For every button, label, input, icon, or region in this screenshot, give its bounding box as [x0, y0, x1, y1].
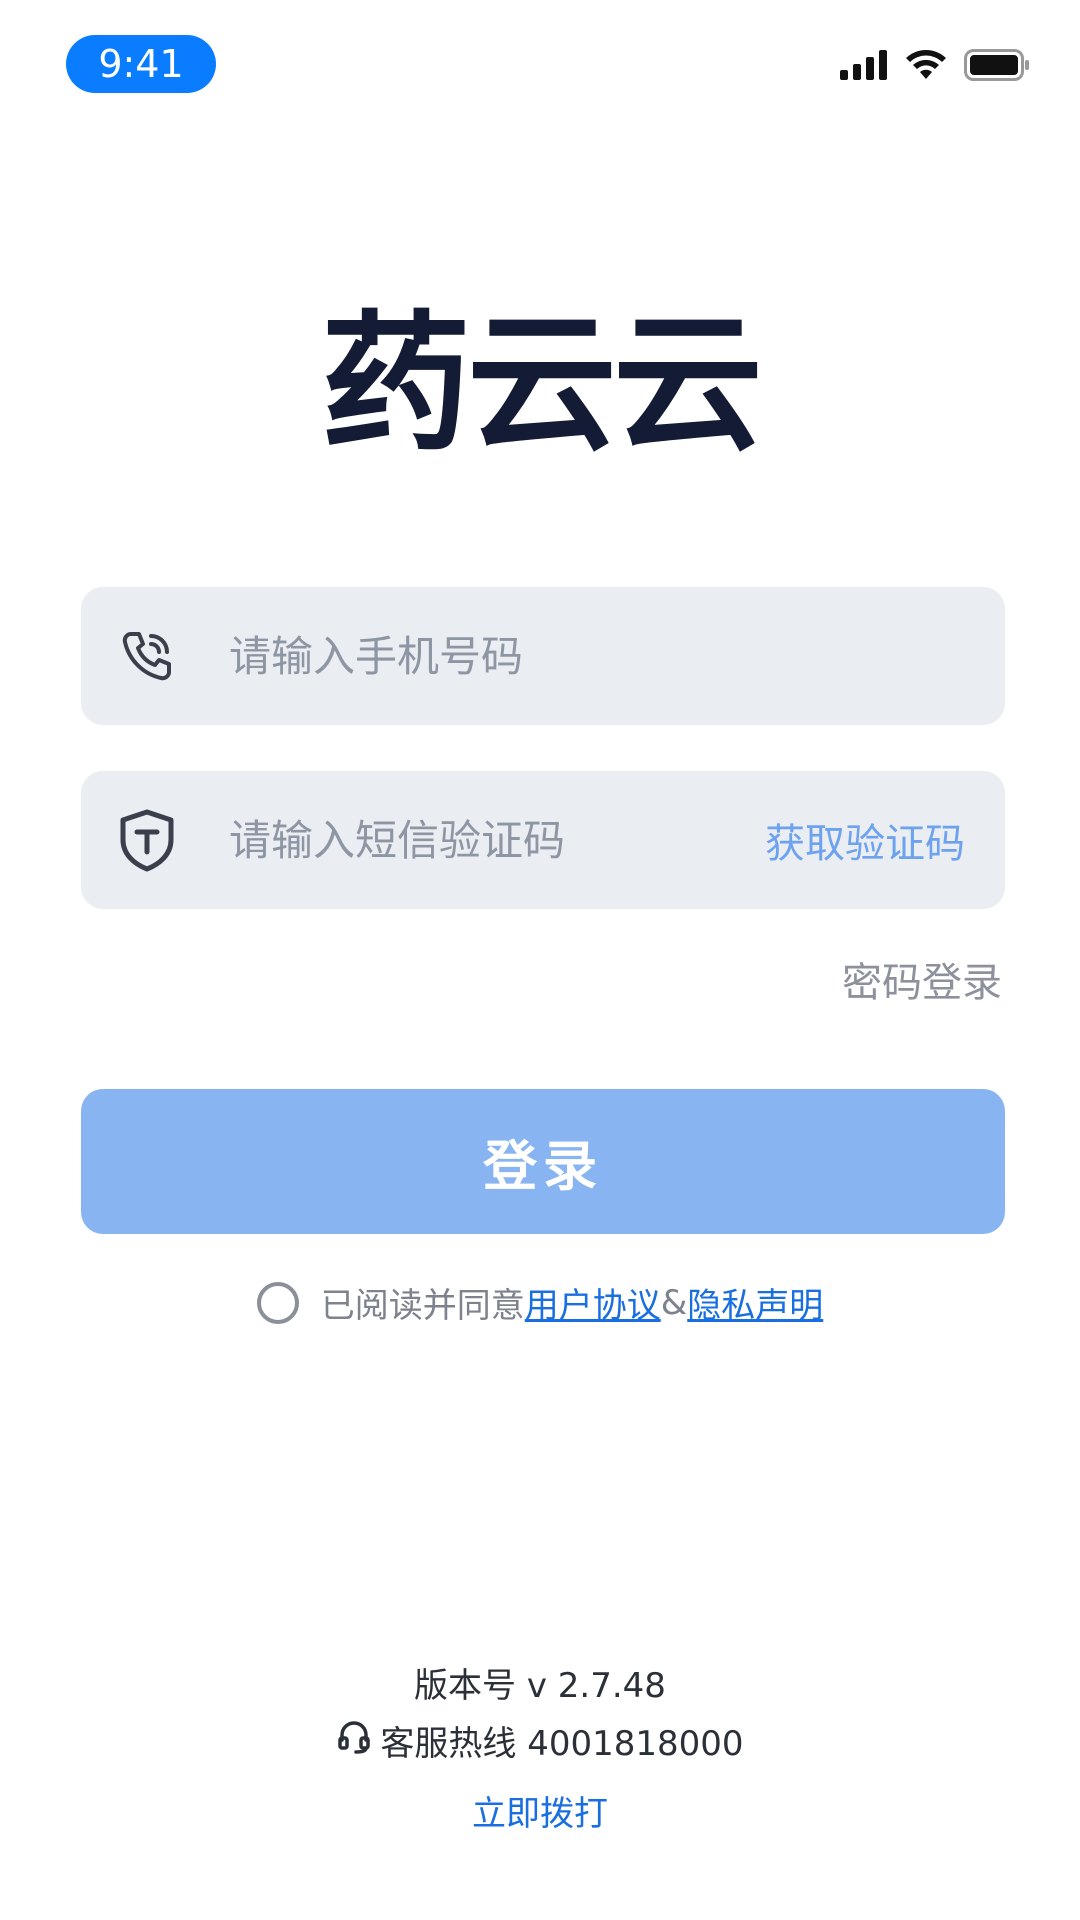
phone-field — [81, 587, 1005, 725]
app-logo: 药云云 — [320, 298, 763, 472]
login-screen: 9:41 药云云 请输入手机号码 请输入短信验证码 获取验证码 密码登录 登录 … — [0, 0, 1080, 1920]
privacy-statement-link[interactable]: 隐私声明 — [687, 1278, 823, 1327]
password-login-link[interactable]: 密码登录 — [842, 950, 1002, 1008]
agreement-row: 已阅读并同意 用户协议 & 隐私声明 — [0, 1278, 1080, 1327]
agreement-prefix: 已阅读并同意 — [320, 1286, 525, 1326]
login-button[interactable]: 登录 — [81, 1089, 1005, 1234]
sms-code-input[interactable] — [229, 815, 765, 865]
battery-icon — [964, 49, 1030, 81]
hotline-row: 客服热线 4001818000 — [0, 1716, 1080, 1765]
user-agreement-link[interactable]: 用户协议 — [525, 1278, 661, 1327]
version-label: 版本号 v 2.7.48 — [414, 1666, 666, 1706]
hotline-label: 客服热线 4001818000 — [380, 1724, 744, 1764]
phone-icon — [117, 626, 177, 686]
signal-icon — [840, 50, 888, 80]
headset-icon — [336, 1718, 372, 1763]
shield-icon — [117, 809, 177, 872]
status-icons — [840, 46, 1030, 84]
call-now-link[interactable]: 立即拨打 — [0, 1786, 1080, 1835]
status-time: 9:41 — [66, 35, 216, 93]
agreement-checkbox[interactable] — [256, 1281, 299, 1324]
wifi-icon — [904, 49, 948, 81]
sms-code-field: 获取验证码 — [81, 771, 1005, 909]
agreement-separator: & — [660, 1282, 688, 1323]
phone-input[interactable] — [229, 631, 1005, 681]
get-code-button[interactable]: 获取验证码 — [765, 811, 965, 869]
